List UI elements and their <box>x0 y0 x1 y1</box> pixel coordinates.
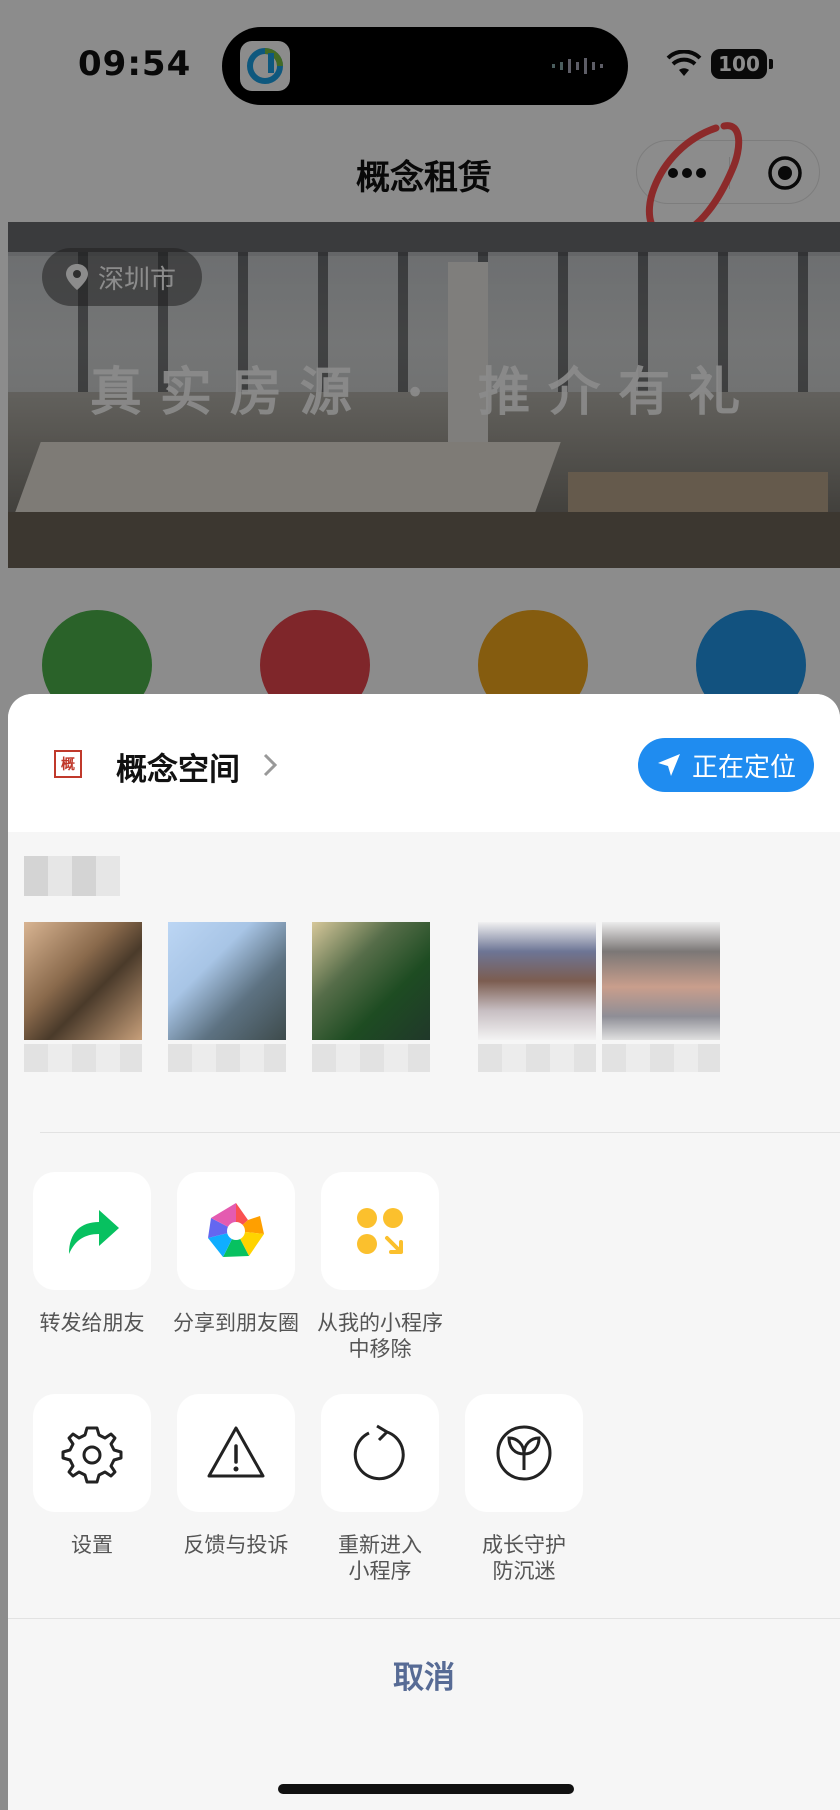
pixelated-name <box>312 1044 430 1072</box>
reenter-miniprogram-button[interactable]: 重新进入 小程序 <box>310 1394 450 1584</box>
action-label: 成长守护 防沉迷 <box>482 1533 566 1583</box>
remove-miniprogram-icon <box>357 1208 403 1254</box>
forward-to-friend-button[interactable]: 转发给朋友 <box>22 1172 162 1336</box>
remove-tile[interactable] <box>321 1172 439 1290</box>
action-label: 重新进入 小程序 <box>338 1533 422 1583</box>
pixelated-name <box>168 1044 286 1072</box>
avatar <box>312 922 430 1040</box>
gear-icon <box>61 1426 123 1484</box>
avatar <box>602 922 720 1040</box>
pixelated-name <box>24 1044 142 1072</box>
recent-friends-row <box>8 832 840 1134</box>
feedback-complaint-button[interactable]: 反馈与投诉 <box>166 1394 306 1558</box>
guardian-tile[interactable] <box>465 1394 583 1512</box>
warning-triangle-icon <box>207 1426 265 1478</box>
reenter-tile[interactable] <box>321 1394 439 1512</box>
settings-tile[interactable] <box>33 1394 151 1512</box>
forward-tile[interactable] <box>33 1172 151 1290</box>
cancel-button[interactable]: 取消 <box>8 1619 840 1729</box>
share-to-moments-button[interactable]: 分享到朋友圈 <box>166 1172 306 1336</box>
action-label: 转发给朋友 <box>39 1311 145 1335</box>
moments-aperture-icon <box>208 1203 264 1259</box>
locating-button[interactable]: 正在定位 <box>638 738 814 792</box>
section-divider <box>40 1132 840 1133</box>
chevron-right-icon[interactable] <box>260 752 280 778</box>
action-label: 反馈与投诉 <box>183 1533 289 1557</box>
navigation-arrow-icon <box>657 754 680 776</box>
moments-tile[interactable] <box>177 1172 295 1290</box>
avatar <box>478 922 596 1040</box>
pixelated-name <box>478 1044 596 1072</box>
friend-contact[interactable] <box>312 862 430 1080</box>
friend-contact[interactable] <box>168 862 286 1080</box>
avatar <box>24 922 142 1040</box>
sheet-header: 概 概念空间 正在定位 <box>8 694 840 832</box>
action-sheet: 概 概念空间 正在定位 转发给朋友 分享到朋友圈 从我的小程序 中移除 设置 反… <box>8 694 840 1810</box>
action-label: 设置 <box>71 1533 113 1557</box>
locating-label: 正在定位 <box>691 752 796 783</box>
pixelated-name <box>602 1044 720 1072</box>
app-logo-icon: 概 <box>54 750 82 778</box>
remove-from-my-miniprograms-button[interactable]: 从我的小程序 中移除 <box>310 1172 450 1362</box>
settings-button[interactable]: 设置 <box>22 1394 162 1558</box>
action-label: 分享到朋友圈 <box>173 1311 299 1335</box>
friend-contact[interactable] <box>24 862 142 1080</box>
avatar <box>168 922 286 1040</box>
friend-contact[interactable] <box>478 862 596 1080</box>
feedback-tile[interactable] <box>177 1394 295 1512</box>
refresh-icon <box>353 1424 405 1481</box>
forward-arrow-icon <box>69 1210 119 1254</box>
app-name[interactable]: 概念空间 <box>116 744 240 789</box>
action-label: 从我的小程序 中移除 <box>317 1311 443 1361</box>
friend-contact[interactable] <box>602 862 720 1080</box>
sprout-icon <box>496 1425 552 1481</box>
growth-guardian-button[interactable]: 成长守护 防沉迷 <box>454 1394 594 1584</box>
home-indicator[interactable] <box>278 1784 574 1794</box>
